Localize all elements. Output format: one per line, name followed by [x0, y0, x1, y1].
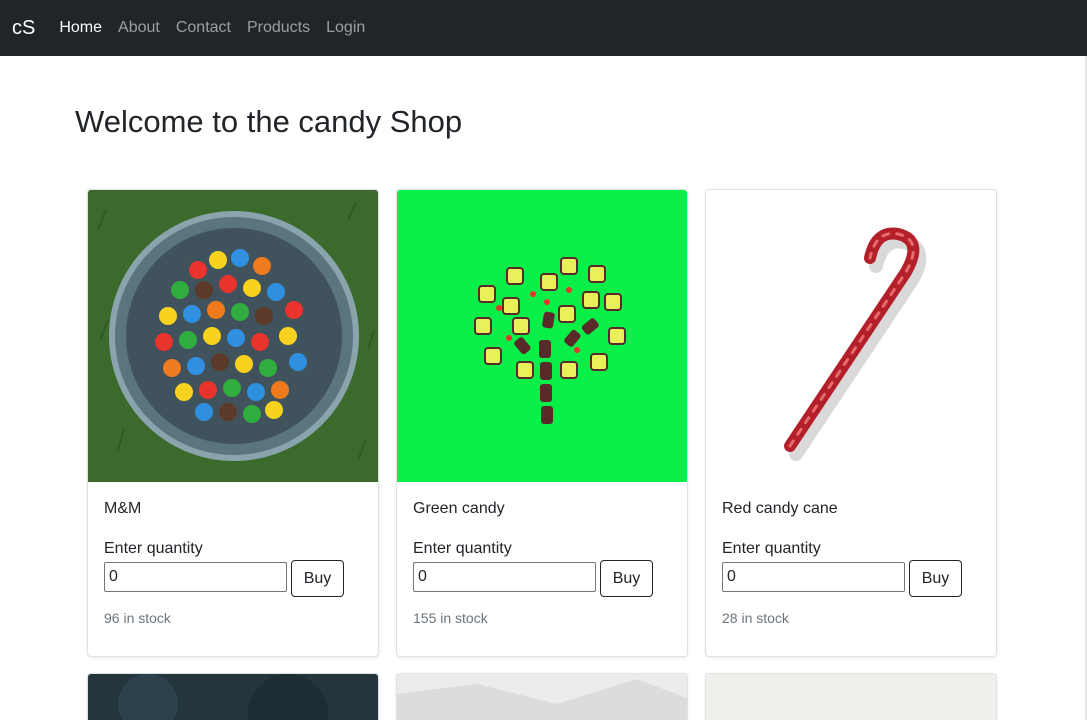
- top-navbar: cS Home About Contact Products Login: [0, 0, 1087, 56]
- quantity-input[interactable]: [413, 562, 596, 592]
- nav-link-products[interactable]: Products: [247, 19, 310, 37]
- product-card-partial: [705, 673, 997, 720]
- product-card-mm: M&M Enter quantity Buy 96 in stock: [87, 189, 379, 657]
- product-image-partial: [706, 674, 996, 720]
- buy-button[interactable]: Buy: [600, 560, 653, 597]
- quantity-label: Enter quantity: [413, 540, 512, 557]
- product-image-red-candy-cane: [706, 190, 996, 482]
- product-name: M&M: [104, 500, 142, 517]
- nav-link-home[interactable]: Home: [59, 19, 102, 37]
- quantity-label: Enter quantity: [104, 540, 203, 557]
- buy-button[interactable]: Buy: [909, 560, 962, 597]
- quantity-input[interactable]: [104, 562, 287, 592]
- stock-count: 96 in stock: [104, 610, 171, 626]
- stock-count: 28 in stock: [722, 610, 789, 626]
- quantity-label: Enter quantity: [722, 540, 821, 557]
- product-card-partial: [396, 673, 688, 720]
- product-name: Green candy: [413, 500, 505, 517]
- product-card-green-candy: Green candy Enter quantity Buy 155 in st…: [396, 189, 688, 657]
- product-image-partial: [397, 674, 687, 720]
- product-name: Red candy cane: [722, 500, 838, 517]
- nav-link-login[interactable]: Login: [326, 19, 365, 37]
- product-image-partial: [88, 674, 378, 720]
- product-image-green-candy: [397, 190, 687, 482]
- buy-button[interactable]: Buy: [291, 560, 344, 597]
- product-card-partial: [87, 673, 379, 720]
- product-card-red-candy-cane: Red candy cane Enter quantity Buy 28 in …: [705, 189, 997, 657]
- quantity-input[interactable]: [722, 562, 905, 592]
- nav-link-contact[interactable]: Contact: [176, 19, 231, 37]
- product-image-mm: [88, 190, 378, 482]
- nav-link-about[interactable]: About: [118, 19, 160, 37]
- page-title: Welcome to the candy Shop: [75, 104, 463, 139]
- stock-count: 155 in stock: [413, 610, 488, 626]
- brand-logo[interactable]: cS: [12, 17, 35, 40]
